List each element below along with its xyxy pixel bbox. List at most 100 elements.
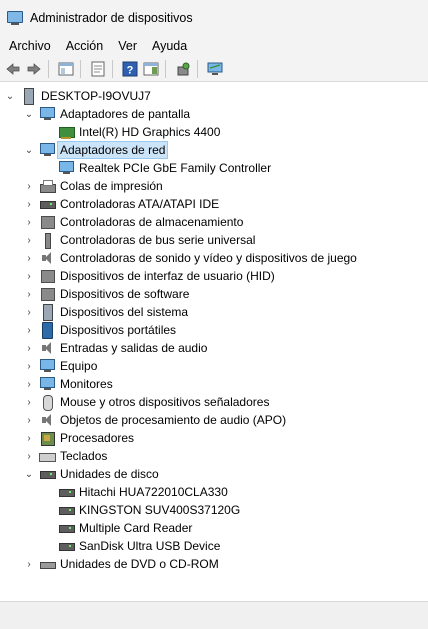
tree-category-label: Dispositivos de software bbox=[60, 287, 190, 301]
expand-chevron-icon[interactable]: › bbox=[23, 375, 35, 393]
speaker-icon bbox=[39, 250, 55, 266]
tree-category-portable-devices[interactable]: › Dispositivos portátiles bbox=[23, 321, 178, 339]
tree-device-intel-hd-graphics[interactable]: Intel(R) HD Graphics 4400 bbox=[54, 123, 222, 141]
tree-category-label: Objetos de procesamiento de audio (APO) bbox=[60, 413, 287, 427]
tree-device-card-reader[interactable]: Multiple Card Reader bbox=[54, 519, 194, 537]
tree-category-computer[interactable]: › Equipo bbox=[23, 357, 99, 375]
expand-chevron-icon[interactable]: › bbox=[23, 195, 35, 213]
expand-chevron-icon[interactable]: › bbox=[23, 249, 35, 267]
tree-category-sound-video-game[interactable]: › Controladoras de sonido y vídeo y disp… bbox=[23, 249, 359, 267]
back-arrow-icon[interactable] bbox=[4, 60, 22, 78]
processor-icon bbox=[39, 430, 55, 446]
tree-category-display-adapters[interactable]: ⌄ Adaptadores de pantalla bbox=[23, 105, 192, 123]
tree-category-label: Controladoras ATA/ATAPI IDE bbox=[60, 197, 220, 211]
expand-chevron-icon[interactable]: › bbox=[23, 429, 35, 447]
software-device-icon bbox=[39, 286, 55, 302]
tree-device-label: Intel(R) HD Graphics 4400 bbox=[79, 125, 221, 139]
tree-category-mice[interactable]: › Mouse y otros dispositivos señaladores bbox=[23, 393, 271, 411]
expand-chevron-icon[interactable]: › bbox=[23, 447, 35, 465]
tree-category-disk-drives[interactable]: ⌄ Unidades de disco bbox=[23, 465, 161, 483]
help-icon[interactable]: ? bbox=[121, 60, 139, 78]
expand-chevron-icon[interactable]: › bbox=[23, 321, 35, 339]
expand-chevron-icon[interactable]: › bbox=[23, 177, 35, 195]
tree-category-label: Teclados bbox=[60, 449, 108, 463]
expand-chevron-icon[interactable]: › bbox=[23, 267, 35, 285]
tree-category-dvd[interactable]: › Unidades de DVD o CD-ROM bbox=[23, 555, 221, 573]
tree-category-usb[interactable]: › Controladoras de bus serie universal bbox=[23, 231, 257, 249]
tree-category-print-queues[interactable]: › Colas de impresión bbox=[23, 177, 165, 195]
tree-category-ide[interactable]: › Controladoras ATA/ATAPI IDE bbox=[23, 195, 221, 213]
toolbar-separator bbox=[48, 59, 49, 78]
expand-chevron-icon[interactable]: › bbox=[23, 339, 35, 357]
menu-ver[interactable]: Ver bbox=[112, 39, 143, 53]
tree-device-label: Realtek PCIe GbE Family Controller bbox=[79, 161, 272, 175]
tree-category-audio-io[interactable]: › Entradas y salidas de audio bbox=[23, 339, 209, 357]
expand-chevron-icon[interactable]: › bbox=[23, 411, 35, 429]
tree-category-label: Monitores bbox=[60, 377, 113, 391]
portable-device-icon bbox=[39, 322, 55, 339]
tree-category-apo[interactable]: › Objetos de procesamiento de audio (APO… bbox=[23, 411, 288, 429]
hard-disk-icon bbox=[58, 502, 75, 518]
tree-category-label: Entradas y salidas de audio bbox=[60, 341, 208, 355]
expand-chevron-icon[interactable]: › bbox=[23, 357, 35, 375]
tree-device-kingston[interactable]: KINGSTON SUV400S37120G bbox=[54, 501, 242, 519]
collapse-chevron-icon[interactable]: ⌄ bbox=[23, 465, 35, 483]
tree-device-realtek[interactable]: Realtek PCIe GbE Family Controller bbox=[54, 159, 273, 177]
title-bar: Administrador de dispositivos bbox=[0, 0, 428, 35]
menu-archivo[interactable]: Archivo bbox=[3, 39, 57, 53]
system-device-icon bbox=[39, 304, 55, 321]
tree-category-network-adapters[interactable]: ⌄ Adaptadores de red bbox=[23, 141, 169, 159]
tree-root-label: DESKTOP-I9OVUJ7 bbox=[41, 89, 151, 103]
tree-category-label: Controladoras de almacenamiento bbox=[60, 215, 244, 229]
tree-root[interactable]: ⌄ DESKTOP-I9OVUJ7 bbox=[4, 87, 153, 105]
expand-chevron-icon[interactable]: › bbox=[23, 555, 35, 573]
network-card-icon bbox=[58, 160, 74, 176]
properties-icon[interactable] bbox=[89, 60, 107, 78]
expand-chevron-icon[interactable]: › bbox=[23, 285, 35, 303]
show-hide-console-tree-icon[interactable] bbox=[57, 60, 75, 78]
tree-category-label: Equipo bbox=[60, 359, 98, 373]
toolbar-separator bbox=[112, 59, 113, 78]
audio-icon bbox=[39, 340, 55, 356]
tree-category-monitors[interactable]: › Monitores bbox=[23, 375, 115, 393]
display-card-icon bbox=[58, 124, 75, 140]
computer-monitor-icon bbox=[39, 358, 55, 374]
expand-chevron-icon[interactable]: › bbox=[23, 231, 35, 249]
expand-chevron-icon[interactable]: › bbox=[23, 393, 35, 411]
expand-chevron-icon[interactable]: › bbox=[23, 213, 35, 231]
display-adapter-icon bbox=[39, 106, 55, 122]
hard-disk-icon bbox=[58, 520, 75, 536]
keyboard-icon bbox=[39, 448, 56, 464]
monitor-icon[interactable] bbox=[206, 60, 224, 78]
menu-bar: Archivo Acción Ver Ayuda bbox=[0, 35, 428, 56]
toolbar-separator bbox=[80, 59, 81, 78]
menu-accion[interactable]: Acción bbox=[60, 39, 110, 53]
tree-category-processors[interactable]: › Procesadores bbox=[23, 429, 136, 447]
forward-arrow-icon[interactable] bbox=[25, 60, 43, 78]
audio-processing-icon bbox=[39, 412, 55, 428]
tree-category-software-devices[interactable]: › Dispositivos de software bbox=[23, 285, 191, 303]
tree-category-storage-controllers[interactable]: › Controladoras de almacenamiento bbox=[23, 213, 245, 231]
expand-chevron-icon[interactable]: › bbox=[23, 303, 35, 321]
menu-ayuda[interactable]: Ayuda bbox=[146, 39, 193, 53]
action-pane-icon[interactable] bbox=[142, 60, 160, 78]
tree-category-label: Dispositivos de interfaz de usuario (HID… bbox=[60, 269, 275, 283]
collapse-chevron-icon[interactable]: ⌄ bbox=[23, 141, 35, 159]
tree-category-keyboards[interactable]: › Teclados bbox=[23, 447, 109, 465]
window-title: Administrador de dispositivos bbox=[30, 10, 193, 25]
tree-device-label: KINGSTON SUV400S37120G bbox=[79, 503, 241, 517]
tree-category-label: Adaptadores de pantalla bbox=[60, 107, 191, 121]
tree-device-hitachi[interactable]: Hitachi HUA722010CLA330 bbox=[54, 483, 230, 501]
device-tree[interactable]: ⌄ DESKTOP-I9OVUJ7 ⌄ Adaptadores de panta… bbox=[0, 82, 428, 601]
tree-category-hid[interactable]: › Dispositivos de interfaz de usuario (H… bbox=[23, 267, 277, 285]
tree-category-system-devices[interactable]: › Dispositivos del sistema bbox=[23, 303, 190, 321]
tree-device-sandisk[interactable]: SanDisk Ultra USB Device bbox=[54, 537, 222, 555]
toolbar: ? bbox=[0, 56, 428, 82]
collapse-chevron-icon[interactable]: ⌄ bbox=[23, 105, 35, 123]
hid-icon bbox=[39, 268, 55, 284]
tree-category-label: Dispositivos del sistema bbox=[60, 305, 189, 319]
tree-device-label: SanDisk Ultra USB Device bbox=[79, 539, 221, 553]
network-adapter-icon bbox=[39, 142, 55, 158]
scan-hardware-icon[interactable] bbox=[174, 60, 192, 78]
collapse-chevron-icon[interactable]: ⌄ bbox=[4, 87, 16, 105]
